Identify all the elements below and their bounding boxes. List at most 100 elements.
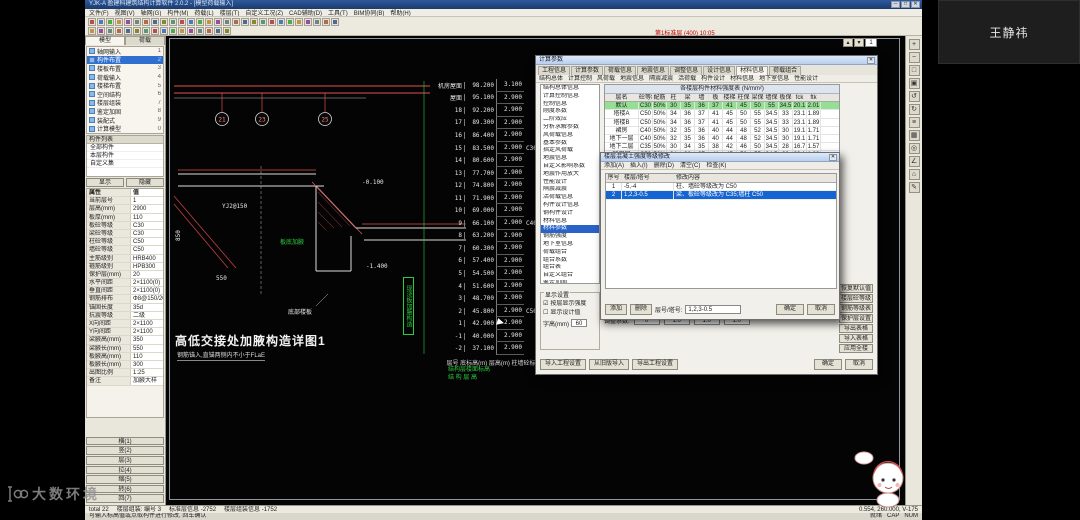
sidebar-shortcut-3[interactable]: 拉(4) — [86, 465, 164, 475]
cancel-button[interactable]: 取消 — [845, 359, 873, 370]
sidebar-item-7[interactable]: 鉴定加固 8 — [87, 107, 163, 116]
current-layer-box[interactable]: 1 — [865, 38, 877, 47]
maximize-button[interactable]: □ — [901, 1, 910, 8]
dialog-subtab-5[interactable]: 活荷载 — [678, 75, 696, 82]
rotate-icon[interactable] — [295, 18, 303, 26]
dialog-close-icon[interactable]: ✕ — [829, 154, 837, 161]
edit-icon[interactable]: ✎ — [908, 182, 920, 193]
property-value[interactable]: 20 — [131, 270, 163, 279]
redo-view-icon[interactable]: ↻ — [908, 104, 920, 115]
dialog2-tool-2[interactable]: 删除(D) — [654, 162, 674, 169]
dialog2-tool-3[interactable]: 清空(C) — [680, 162, 700, 169]
props-icon[interactable] — [331, 18, 339, 26]
solid-fill-icon[interactable]: ▣ — [908, 78, 920, 89]
component-list-item-0[interactable]: 全部构件 — [87, 144, 163, 152]
home-icon[interactable]: ⌂ — [908, 169, 920, 180]
checkbox-checked-icon[interactable]: ☑ — [543, 300, 548, 309]
calc-icon[interactable] — [187, 27, 195, 35]
book-icon[interactable] — [196, 27, 204, 35]
floor-expression-input[interactable]: 1,2,3-0.5 — [685, 305, 742, 314]
dialog-side-button-0[interactable]: 恢复默认值 — [839, 284, 873, 293]
dialog-side-button-5[interactable]: 导入表格 — [839, 334, 873, 343]
grid-icon[interactable]: ▦ — [908, 130, 920, 141]
open-icon[interactable] — [97, 18, 105, 26]
table-row[interactable]: 塔楼A C50 50% 34 36 37 41 45 50 55 34.5 33 23.1 1.89 — [605, 110, 839, 119]
table-row[interactable]: 地下一层 C40 50% 32 35 36 40 44 48 52 34.5 30 19.1 1.71 — [605, 134, 839, 144]
measure-icon[interactable] — [232, 18, 240, 26]
sidebar-shortcut-1[interactable]: 竖(2) — [86, 446, 164, 456]
cancel-button[interactable]: 取消 — [807, 304, 835, 315]
slab-icon[interactable] — [133, 27, 141, 35]
wall-icon[interactable] — [106, 27, 114, 35]
property-value[interactable]: C50 — [131, 238, 163, 246]
array-icon[interactable] — [313, 18, 321, 26]
redo-icon[interactable] — [133, 18, 141, 26]
menu-item-9[interactable]: BIM协同(B) — [354, 9, 385, 16]
zoom-in-icon[interactable] — [169, 18, 177, 26]
dialog-subtab-3[interactable]: 地震信息 — [620, 75, 644, 82]
checkbox-row[interactable]: ☑ 按层显示强度 — [543, 300, 597, 309]
property-value[interactable]: 2×1100 — [131, 320, 163, 328]
dialog-tab-3[interactable]: 地震信息 — [637, 66, 670, 75]
layer-down-button[interactable]: ▾ — [854, 38, 864, 47]
params-tree-item-24[interactable]: 自定义组合 — [541, 272, 599, 280]
params-tree-item-7[interactable]: 基本参数 — [541, 140, 599, 148]
move-icon[interactable] — [286, 18, 294, 26]
property-value[interactable]: C30 — [131, 221, 163, 229]
erase-icon[interactable] — [322, 18, 330, 26]
menu-item-10[interactable]: 帮助(H) — [390, 9, 410, 16]
copy-icon[interactable] — [151, 18, 159, 26]
params-tree-item-3[interactable]: 刚度系数 — [541, 108, 599, 116]
select-icon[interactable] — [88, 27, 96, 35]
stair-icon[interactable] — [151, 27, 159, 35]
beam-icon[interactable] — [115, 27, 123, 35]
menu-item-7[interactable]: CAD辅助(D) — [289, 9, 322, 16]
component-list-button-1[interactable]: 隐藏 — [126, 178, 164, 187]
dim-icon[interactable] — [250, 18, 258, 26]
component-list-item-1[interactable]: 本层构件 — [87, 152, 163, 160]
line-icon[interactable] — [259, 18, 267, 26]
dialog-title-bar[interactable]: 楼层混凝土强度等级修改 ✕ — [601, 153, 839, 162]
component-list-item-2[interactable]: 自定义集 — [87, 160, 163, 168]
checkbox-unchecked-icon[interactable]: ☐ — [543, 309, 548, 318]
dialog-tab-6[interactable]: 材料信息 — [736, 66, 769, 75]
dialog-title-bar[interactable]: 计算参数 ✕ — [536, 56, 877, 65]
osnap-icon[interactable] — [223, 18, 231, 26]
zoom-out-icon[interactable]: − — [908, 52, 920, 63]
property-value[interactable]: 2×1100 — [131, 328, 163, 336]
property-value[interactable]: 35d — [131, 303, 163, 311]
params-tree-item-19[interactable]: 钢筋强度 — [541, 233, 599, 241]
dialog-subtab-2[interactable]: 风荷载 — [597, 75, 615, 82]
print-icon[interactable] — [115, 18, 123, 26]
sidebar-item-4[interactable]: 楼梯布置 5 — [87, 81, 163, 90]
dialog-subtab-8[interactable]: 地下室信息 — [759, 75, 789, 82]
sidebar-tab-0[interactable]: 模型 — [85, 36, 125, 45]
dialog-tab-4[interactable]: 调整信息 — [670, 66, 703, 75]
dialog-tab-1[interactable]: 计算参数 — [571, 66, 604, 75]
check-icon[interactable] — [205, 27, 213, 35]
table-row[interactable]: 地下二层 C35 50% 30 34 35 38 42 46 50 34.5 28 16.7 1.57 — [605, 143, 839, 152]
property-value[interactable]: HRB400 — [131, 254, 163, 262]
params-tree-item-16[interactable]: 钢构件设计 — [541, 210, 599, 218]
sidebar-item-9[interactable]: 计算模型 0 — [87, 124, 163, 133]
params-tree-item-22[interactable]: 组合系数 — [541, 257, 599, 265]
zoom-in-icon[interactable]: + — [908, 39, 920, 50]
dialog-subtab-0[interactable]: 结构总体 — [539, 75, 563, 82]
params-tree-item-1[interactable]: 计算控制信息 — [541, 93, 599, 101]
params-tree-item-18[interactable]: 材料参数 — [541, 225, 599, 234]
params-tree-item-25[interactable]: 鉴定加固 — [541, 280, 599, 283]
table-row[interactable]: 默认 C30 50% 30 35 36 37 41 45 50 55 34.5 20.1 2.01 — [605, 102, 839, 111]
dialog-side-button-1[interactable]: 楼层砼等级 — [839, 294, 873, 303]
params-tree-item-15[interactable]: 构件设计信息 — [541, 202, 599, 210]
layer-up-button[interactable]: ▴ — [843, 38, 853, 47]
property-value[interactable]: 1:25 — [131, 369, 163, 377]
property-value[interactable]: 2×1100(0) — [131, 279, 163, 287]
sidebar-item-0[interactable]: 轴网输入 1 — [87, 47, 163, 56]
arc-icon[interactable] — [268, 18, 276, 26]
dialog-subtab-7[interactable]: 材料信息 — [730, 75, 754, 82]
params-tree-item-12[interactable]: 性能设计 — [541, 179, 599, 187]
sidebar-item-6[interactable]: 楼层组装 7 — [87, 99, 163, 107]
table-row[interactable]: 塔楼B C50 50% 34 36 37 41 45 50 55 34.5 33 23.1 1.89 — [605, 118, 839, 127]
dialog-bottom-button-2[interactable]: 导出工程设置 — [632, 359, 679, 370]
sidebar-item-8[interactable]: 装配式 9 — [87, 116, 163, 124]
